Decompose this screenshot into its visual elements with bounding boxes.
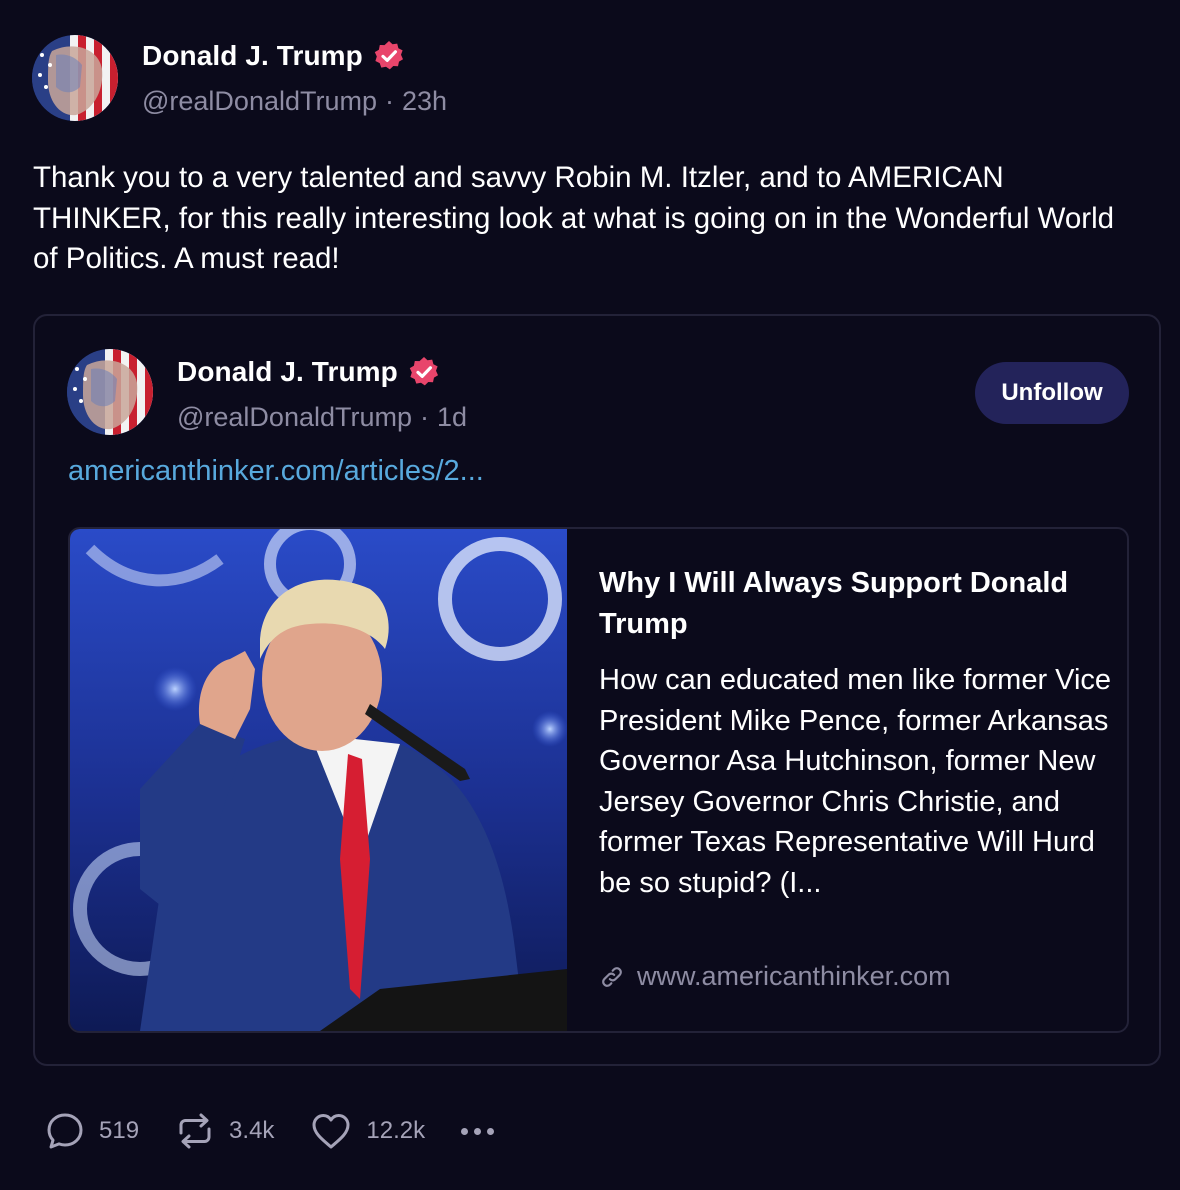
meta-separator: · xyxy=(420,402,429,432)
more-icon-dot xyxy=(487,1127,495,1135)
verified-badge-icon xyxy=(409,357,438,386)
link-icon xyxy=(602,966,622,987)
repost-icon xyxy=(179,1113,211,1149)
article-title[interactable]: Why I Will Always Support Donald Trump xyxy=(599,563,1099,645)
article-description: How can educated men like former Vice Pr… xyxy=(599,664,1112,899)
comment-icon xyxy=(47,1113,83,1149)
quoted-author-handle[interactable]: @realDonaldTrump xyxy=(177,402,412,432)
article-domain[interactable]: www.americanthinker.com xyxy=(599,961,951,992)
article-image xyxy=(70,529,567,1031)
repost-count: 3.4k xyxy=(229,1117,275,1144)
author-handle[interactable]: @realDonaldTrump xyxy=(142,86,377,116)
more-icon xyxy=(461,1127,469,1135)
post-meta: @realDonaldTrump · 23h xyxy=(142,86,447,117)
repost-button[interactable]: 3.4k xyxy=(175,1111,274,1151)
link-preview-card[interactable]: Why I Will Always Support Donald Trump H… xyxy=(68,527,1129,1033)
unfollow-button[interactable]: Unfollow xyxy=(975,362,1129,424)
author-avatar[interactable] xyxy=(32,35,118,121)
reply-count: 519 xyxy=(99,1117,140,1144)
quoted-author-name[interactable]: Donald J. Trump xyxy=(177,356,398,388)
verified-badge-icon xyxy=(374,41,403,70)
heart-icon xyxy=(312,1114,350,1149)
author-name[interactable]: Donald J. Trump xyxy=(142,40,363,72)
meta-separator: · xyxy=(385,86,394,116)
post-text: Thank you to a very talented and savvy R… xyxy=(33,161,1115,275)
quoted-post-meta: @realDonaldTrump · 1d xyxy=(177,402,467,433)
more-icon-dot xyxy=(474,1127,482,1135)
quoted-author-name-row: Donald J. Trump xyxy=(177,356,440,388)
quoted-post[interactable]: Donald J. Trump @realDonaldTrump · 1d Unfo… xyxy=(33,314,1161,1066)
article-domain-text: www.americanthinker.com xyxy=(637,961,951,991)
action-bar: 519 3.4k 12.2k xyxy=(45,1108,495,1154)
reply-button[interactable]: 519 xyxy=(45,1111,139,1151)
quoted-author-avatar[interactable] xyxy=(67,349,153,435)
like-button[interactable]: 12.2k xyxy=(310,1111,425,1151)
article-link[interactable]: americanthinker.com/articles/2... xyxy=(68,455,484,488)
post-timestamp[interactable]: 23h xyxy=(402,86,447,116)
author-name-row: Donald J. Trump xyxy=(142,40,405,72)
quoted-post-timestamp[interactable]: 1d xyxy=(437,402,467,432)
truth-post: Donald J. Trump @realDonaldTrump · 23h Tha… xyxy=(0,0,1180,1190)
more-options-button[interactable] xyxy=(461,1127,495,1135)
like-count: 12.2k xyxy=(366,1117,426,1144)
